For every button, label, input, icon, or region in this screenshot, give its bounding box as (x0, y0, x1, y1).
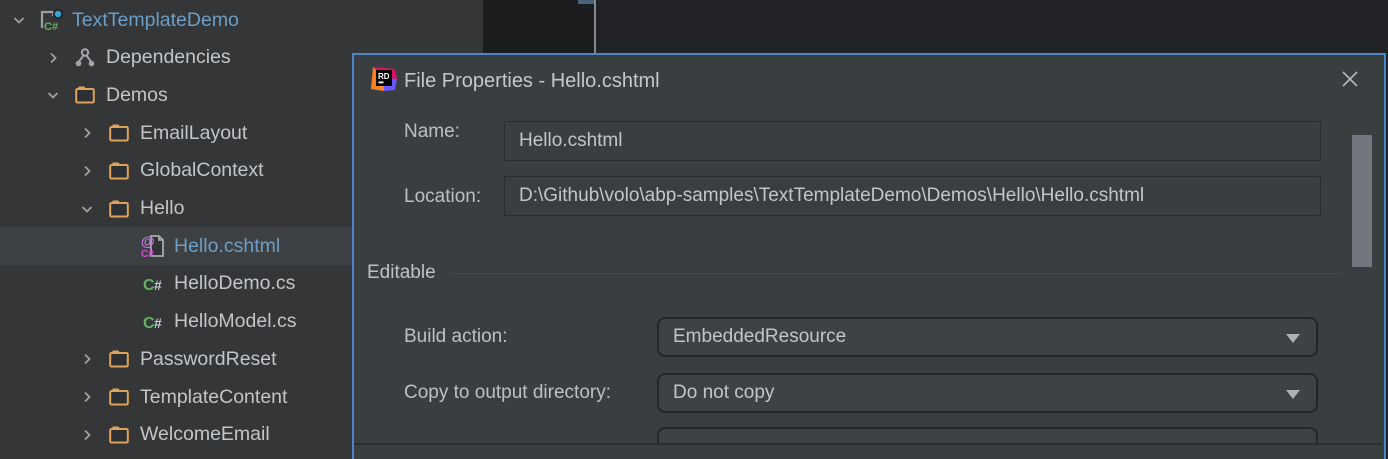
dialog-scroll-area: Name: Hello.cshtml Location: D:\Github\v… (354, 55, 1382, 443)
name-label: Name: (404, 120, 460, 144)
tree-item-label: HelloDemo.cs (174, 272, 295, 295)
build-action-value: EmbeddedResource (673, 326, 846, 347)
location-label: Location: (404, 185, 481, 209)
copy-to-output-value: Do not copy (673, 382, 774, 403)
chevron-spacer (110, 276, 132, 292)
chevron-down-icon[interactable] (8, 12, 30, 28)
chevron-down-icon (1286, 390, 1300, 399)
svg-text:C#: C# (141, 249, 154, 259)
chevron-right-icon[interactable] (76, 163, 98, 179)
editor-pane (483, 0, 594, 53)
folder-icon (106, 158, 132, 184)
folder-icon (106, 196, 132, 222)
chevron-right-icon[interactable] (76, 351, 98, 367)
folder-icon (72, 82, 98, 108)
tree-item-label: GlobalContext (140, 159, 264, 182)
csharp-file-icon: C# (140, 271, 166, 297)
chevron-right-icon[interactable] (42, 50, 64, 66)
ide-window: C# TextTemplateDemo Dependencies Demos Email… (0, 0, 1388, 459)
copy-to-output-dropdown[interactable]: Do not copy (657, 373, 1318, 413)
tree-item-label: Hello.cshtml (174, 235, 280, 258)
svg-text:#: # (154, 315, 162, 331)
csharp-project-icon: C# (38, 7, 64, 33)
svg-text:C#: C# (44, 21, 58, 33)
folder-icon (106, 384, 132, 410)
dialog-footer-separator (354, 443, 1382, 445)
folder-icon (106, 346, 132, 372)
editable-section-title: Editable (367, 261, 436, 285)
chevron-down-icon (1286, 334, 1300, 343)
build-action-label: Build action: (404, 325, 508, 349)
tree-item-label: HelloModel.cs (174, 310, 296, 333)
tree-item-label: WelcomeEmail (140, 423, 270, 446)
build-action-dropdown[interactable]: EmbeddedResource (657, 317, 1318, 357)
name-input[interactable]: Hello.cshtml (504, 121, 1321, 161)
tree-item-label: Hello (140, 197, 184, 220)
cshtml-file-icon: @C# (140, 233, 166, 259)
chevron-right-icon[interactable] (76, 389, 98, 405)
editor-splitter[interactable] (594, 0, 596, 53)
section-separator (450, 273, 1343, 274)
editor-background (483, 0, 1388, 53)
tree-item-label: Dependencies (106, 46, 231, 69)
folder-icon (106, 422, 132, 448)
chevron-right-icon[interactable] (76, 125, 98, 141)
csharp-file-icon: C# (140, 309, 166, 335)
chevron-spacer (110, 314, 132, 330)
chevron-down-icon[interactable] (42, 87, 64, 103)
scroll-marker (578, 0, 594, 4)
file-properties-dialog: RD File Properties - Hello.cshtml Name: … (352, 53, 1386, 459)
dialog-scrollbar-thumb[interactable] (1352, 135, 1372, 267)
location-input[interactable]: D:\Github\volo\abp-samples\TextTemplateD… (504, 176, 1321, 216)
dependencies-icon (72, 45, 98, 71)
tree-item-label: Demos (106, 84, 168, 107)
tree-item-label: EmailLayout (140, 122, 247, 145)
tree-item-texttemplatedemo[interactable]: C# TextTemplateDemo (0, 1, 483, 39)
folder-icon (106, 120, 132, 146)
chevron-right-icon[interactable] (76, 427, 98, 443)
tree-item-label: PasswordReset (140, 348, 277, 371)
next-field-dropdown-partial[interactable] (657, 427, 1318, 443)
chevron-down-icon[interactable] (76, 201, 98, 217)
svg-text:@: @ (141, 233, 155, 249)
svg-text:#: # (154, 277, 162, 293)
chevron-spacer (110, 238, 132, 254)
tree-item-label: TextTemplateDemo (72, 9, 239, 32)
copy-to-output-label: Copy to output directory: (404, 381, 611, 405)
tree-item-label: TemplateContent (140, 386, 287, 409)
